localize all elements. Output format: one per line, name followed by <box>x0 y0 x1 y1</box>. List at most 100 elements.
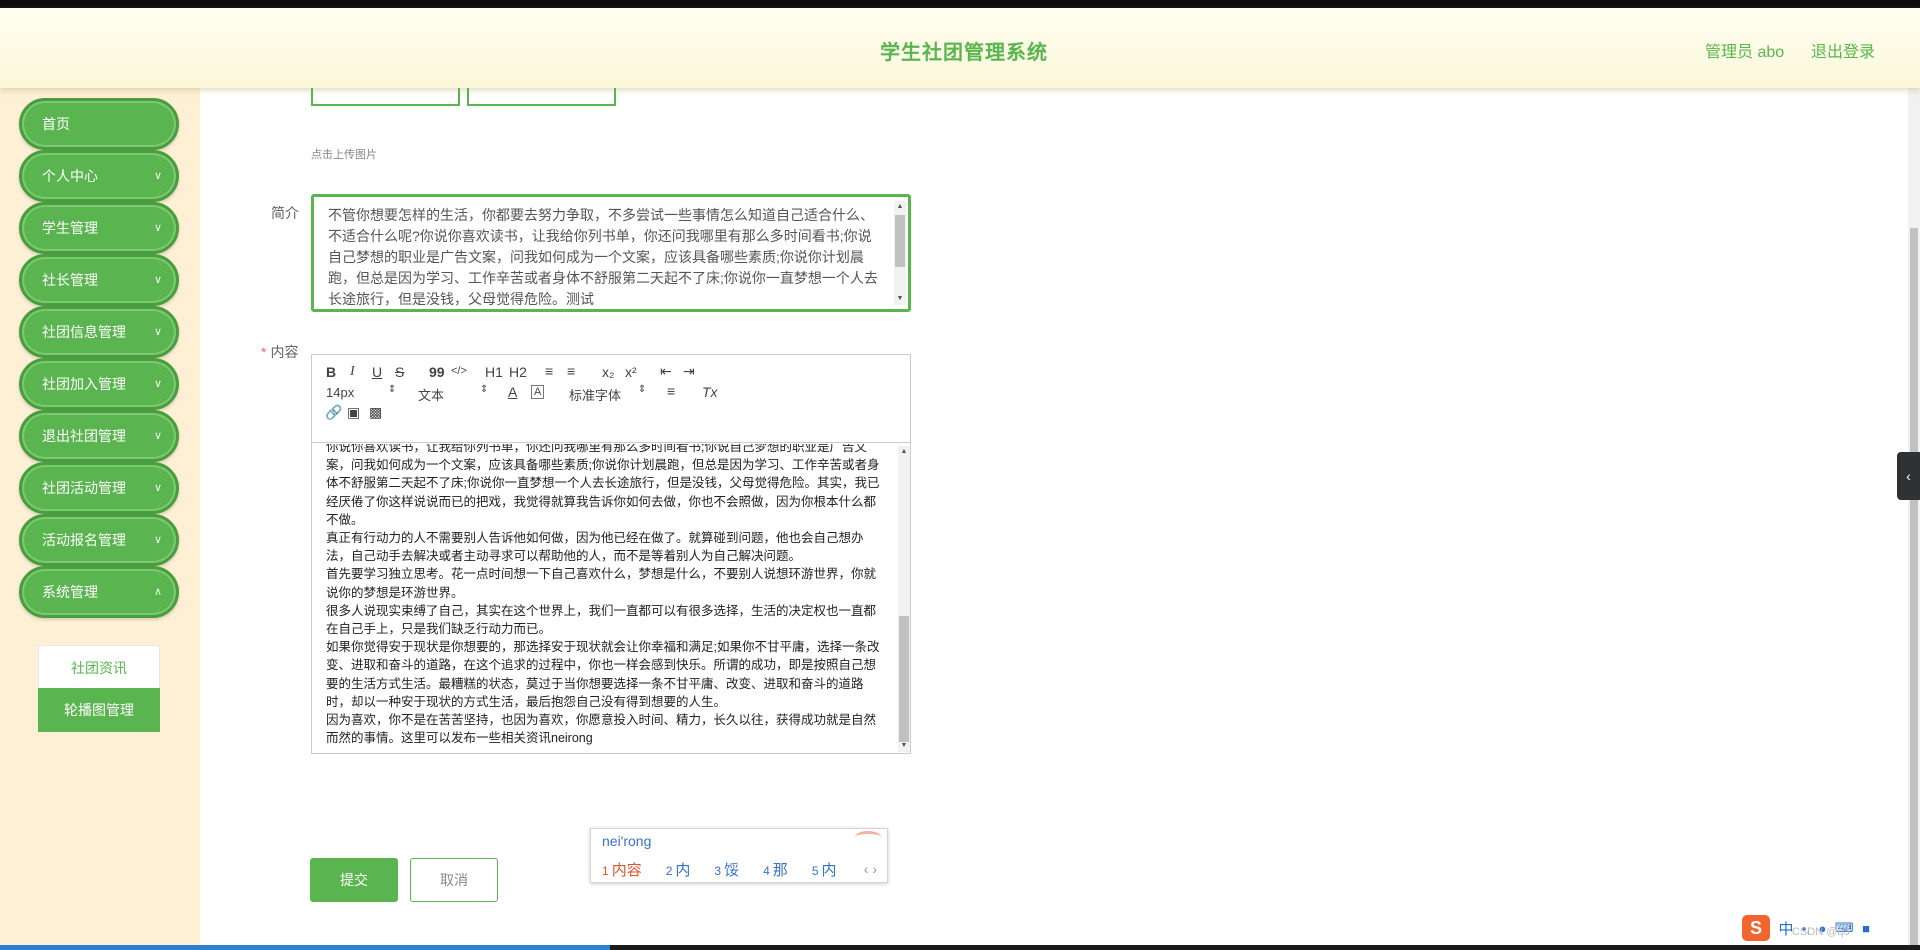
h2-button[interactable]: H2 <box>509 364 527 380</box>
ime-candidate[interactable]: 3馁 <box>714 862 751 879</box>
outdent-icon[interactable]: ⇤ <box>660 363 672 380</box>
clear-format-button[interactable]: Tx <box>702 384 718 400</box>
sidebar-item-label: 学生管理 <box>42 220 98 236</box>
sidebar-item-label: 活动报名管理 <box>42 532 126 548</box>
align-icon[interactable]: ≡ <box>667 383 675 399</box>
submenu-carousel[interactable]: 轮播图管理 <box>38 688 160 732</box>
intro-value: 不管你想要怎样的生活，你都要去努力争取，不多尝试一些事情怎么知道自己适合什么、不… <box>328 207 878 307</box>
app-title: 学生社团管理系统 <box>880 42 1048 64</box>
bottom-edge <box>0 945 1920 950</box>
watermark: CSDN @q3 <box>1792 926 1850 938</box>
sidebar-item-club-activities[interactable]: 社团活动管理 ∨ <box>19 462 179 514</box>
chevron-down-icon: ∨ <box>153 170 162 182</box>
chevron-down-icon: ∨ <box>153 326 162 338</box>
ime-logo-icon <box>855 831 881 843</box>
chevron-down-icon: ∨ <box>153 378 162 390</box>
font-family-select[interactable]: 标准字体 <box>569 385 621 404</box>
ime-candidate[interactable]: 5内 <box>812 862 849 879</box>
ime-candidate[interactable]: 1 内容 <box>602 862 654 879</box>
editor-text: 你说你喜欢读书，让我给你列书单，你还问我哪里有那么多时间看书;你说自己梦想的职业… <box>326 444 886 747</box>
scroll-up-icon[interactable]: ▲ <box>898 446 910 458</box>
ime-page-arrows[interactable]: ‹ › <box>864 861 877 877</box>
chevron-down-icon: ∨ <box>153 482 162 494</box>
text-type-select[interactable]: 文本 <box>418 385 444 404</box>
main-content: 点击上传图片 简介 不管你想要怎样的生活，你都要去努力争取，不多尝试一些事情怎么… <box>200 88 1920 950</box>
scroll-up-icon[interactable]: ▲ <box>894 201 906 213</box>
scroll-thumb[interactable] <box>895 215 905 267</box>
link-icon[interactable]: 🔗 <box>325 404 342 421</box>
font-color-icon[interactable]: A <box>508 384 517 400</box>
sidebar-item-label: 退出社团管理 <box>42 428 126 444</box>
background-color-icon[interactable]: A <box>531 385 545 399</box>
page-scroll-thumb[interactable] <box>1910 228 1918 948</box>
intro-textarea[interactable]: 不管你想要怎样的生活，你都要去努力争取，不多尝试一些事情怎么知道自己适合什么、不… <box>311 194 911 312</box>
sidebar-item-activity-signup[interactable]: 活动报名管理 ∨ <box>19 514 179 566</box>
video-icon[interactable]: ▩ <box>369 404 382 421</box>
chevron-left-icon: ‹ <box>1906 468 1911 484</box>
intro-label: 简介 <box>271 205 299 221</box>
editor-toolbar: B I U S 99 </> H1 H2 ≡ ≡ x₂ x² ⇤ ⇥ 14px … <box>312 355 910 443</box>
bold-button[interactable]: B <box>326 364 336 380</box>
strike-button[interactable]: S <box>395 364 404 380</box>
sidebar-item-students[interactable]: 学生管理 ∨ <box>19 202 179 254</box>
h1-button[interactable]: H1 <box>485 364 503 380</box>
logout-link[interactable]: 退出登录 <box>1811 38 1875 62</box>
upload-hint: 点击上传图片 <box>311 149 377 161</box>
sidebar-item-system[interactable]: 系统管理 ∧ <box>19 566 179 618</box>
indent-icon[interactable]: ⇥ <box>683 363 695 380</box>
sidebar-item-home[interactable]: 首页 <box>19 98 179 150</box>
editor-content-area[interactable]: 你说你喜欢读书，让我给你列书单，你还问我哪里有那么多时间看书;你说自己梦想的职业… <box>312 444 910 754</box>
intro-scrollbar[interactable]: ▲ ▼ <box>894 201 906 305</box>
sidebar-item-presidents[interactable]: 社长管理 ∨ <box>19 254 179 306</box>
image-preview[interactable] <box>311 88 460 106</box>
editor-paragraph: 因为喜欢，你不是在苦苦坚持，也因为喜欢，你愿意投入时间、精力，长久以往，获得成功… <box>326 713 877 746</box>
ime-candidate[interactable]: 2内 <box>666 862 703 879</box>
scroll-thumb[interactable] <box>899 616 909 742</box>
sidebar-item-label: 社团活动管理 <box>42 480 126 496</box>
admin-user-label: 管理员 abo <box>1705 44 1785 61</box>
underline-button[interactable]: U <box>372 364 382 380</box>
chevron-right-icon[interactable]: › <box>872 861 877 877</box>
window-top-edge <box>0 0 1920 8</box>
editor-scrollbar[interactable]: ▲ ▼ <box>898 446 910 752</box>
chevron-left-icon[interactable]: ‹ <box>864 861 869 877</box>
side-panel-toggle[interactable]: ‹ <box>1897 452 1920 500</box>
sidebar: 首页 个人中心 ∨ 学生管理 ∨ 社长管理 ∨ 社团信息管理 ∨ 社团加入管理 ∨ 退出社… <box>0 88 200 950</box>
subscript-button[interactable]: x₂ <box>602 364 614 380</box>
sidebar-item-club-join[interactable]: 社团加入管理 ∨ <box>19 358 179 410</box>
select-arrows-icon: ⇕ <box>388 384 397 395</box>
italic-button[interactable]: I <box>350 364 355 380</box>
rich-text-editor: B I U S 99 </> H1 H2 ≡ ≡ x₂ x² ⇤ ⇥ 14px … <box>311 354 911 754</box>
sidebar-item-club-quit[interactable]: 退出社团管理 ∨ <box>19 410 179 462</box>
cancel-button[interactable]: 取消 <box>410 858 498 902</box>
ime-pinyin: nei'rong <box>602 833 652 849</box>
submit-button[interactable]: 提交 <box>310 858 398 902</box>
sidebar-item-label: 社团加入管理 <box>42 376 126 392</box>
sidebar-item-club-info[interactable]: 社团信息管理 ∨ <box>19 306 179 358</box>
sidebar-item-label: 系统管理 <box>42 584 98 600</box>
font-size-select[interactable]: 14px <box>326 385 354 400</box>
scroll-down-icon[interactable]: ▼ <box>898 740 910 752</box>
superscript-button[interactable]: x² <box>625 364 637 380</box>
skin-icon[interactable]: ■ <box>1862 921 1870 936</box>
bullet-list-icon[interactable]: ≡ <box>567 363 575 379</box>
sidebar-item-label: 社长管理 <box>42 272 98 288</box>
code-button[interactable]: </> <box>451 365 467 377</box>
select-arrows-icon: ⇕ <box>638 384 647 395</box>
submenu-club-news[interactable]: 社团资讯 <box>38 645 160 689</box>
scroll-down-icon[interactable]: ▼ <box>894 293 906 305</box>
ime-candidate[interactable]: 4那 <box>763 862 800 879</box>
app-header: 学生社团管理系统 管理员 abo 退出登录 <box>0 8 1920 88</box>
image-icon[interactable]: ▣ <box>347 404 360 421</box>
editor-paragraph: 如果你觉得安于现状是你想要的，那选择安于现状就会让你幸福和满足;如果你不甘平庸，… <box>326 640 880 709</box>
sidebar-item-profile[interactable]: 个人中心 ∨ <box>19 150 179 202</box>
sogou-logo-icon[interactable]: S <box>1742 915 1770 941</box>
ordered-list-icon[interactable]: ≡ <box>545 363 553 379</box>
page-scrollbar[interactable] <box>1908 88 1920 950</box>
select-arrows-icon: ⇕ <box>480 384 489 395</box>
chevron-down-icon: ∨ <box>153 222 162 234</box>
image-upload-box[interactable] <box>467 88 616 106</box>
required-mark: * <box>261 344 267 360</box>
quote-button[interactable]: 99 <box>429 364 445 380</box>
editor-paragraph: 很多人说现实束缚了自己，其实在这个世界上，我们一直都可以有很多选择，生活的决定权… <box>326 603 877 637</box>
